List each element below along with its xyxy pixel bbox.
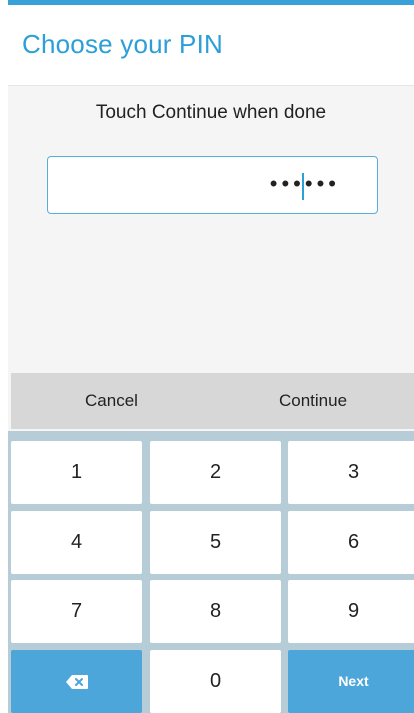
backspace-icon — [65, 674, 88, 689]
continue-button[interactable]: Continue — [212, 373, 414, 429]
backspace-key[interactable] — [11, 650, 142, 713]
key-3[interactable]: 3 — [288, 441, 414, 504]
key-7[interactable]: 7 — [11, 580, 142, 643]
cancel-button[interactable]: Cancel — [11, 373, 212, 429]
page-title: Choose your PIN — [22, 29, 223, 59]
key-9[interactable]: 9 — [288, 580, 414, 643]
action-bar: Cancel Continue — [11, 373, 414, 429]
instruction-text: Touch Continue when done — [95, 102, 327, 123]
pin-screen: Choose your PIN Touch Continue when done… — [8, 0, 414, 713]
key-4[interactable]: 4 — [11, 511, 142, 574]
header: Choose your PIN — [8, 5, 414, 86]
key-8[interactable]: 8 — [150, 580, 281, 643]
key-2[interactable]: 2 — [150, 441, 281, 504]
pin-input[interactable]: •••••• — [47, 156, 378, 214]
next-key[interactable]: Next — [288, 650, 414, 713]
numeric-keypad: 1 2 3 4 5 6 7 8 9 0 Next — [8, 431, 414, 713]
pin-masked-value: •••••• — [269, 171, 340, 196]
key-0[interactable]: 0 — [150, 650, 281, 713]
key-5[interactable]: 5 — [150, 511, 281, 574]
key-1[interactable]: 1 — [11, 441, 142, 504]
key-6[interactable]: 6 — [288, 511, 414, 574]
text-caret — [302, 173, 304, 200]
